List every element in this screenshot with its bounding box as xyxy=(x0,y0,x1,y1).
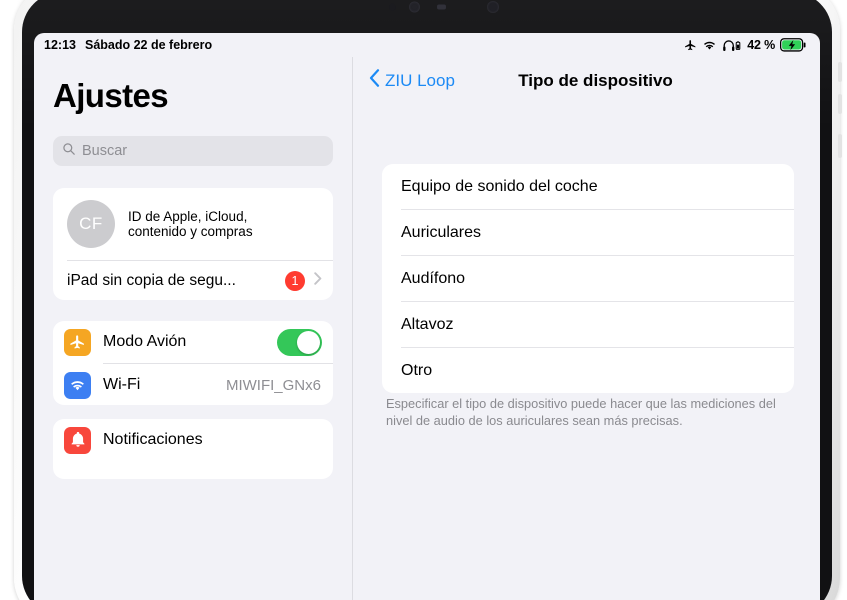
apple-id-card: CF ID de Apple, iCloud, contenido y comp… xyxy=(53,188,333,300)
wifi-icon xyxy=(64,371,91,399)
detail-navigation-bar: ZIU Loop Tipo de dispositivo xyxy=(353,57,820,109)
status-bar-right: 42 % xyxy=(684,38,806,52)
search-icon xyxy=(62,142,76,161)
sidebar-item-wifi[interactable]: Wi-Fi MIWIFI_GNx6 xyxy=(53,364,333,405)
face-id-dot-projector-icon xyxy=(437,4,446,10)
avatar: CF xyxy=(67,200,115,248)
search-placeholder: Buscar xyxy=(82,143,128,159)
list-item-headphones[interactable]: Auriculares xyxy=(382,210,794,255)
notifications-card: Notificaciones xyxy=(53,419,333,479)
split-view: Ajustes Buscar CF ID de Apple, iCloud, c… xyxy=(34,57,820,600)
search-input[interactable]: Buscar xyxy=(53,136,333,166)
airplane-icon xyxy=(64,328,91,356)
apple-id-row[interactable]: CF ID de Apple, iCloud, contenido y comp… xyxy=(53,188,333,260)
sidebar-item-notifications[interactable]: Notificaciones xyxy=(53,419,333,461)
tablet-screen: 12:13 Sábado 22 de febrero 42 % Ajustes … xyxy=(34,33,820,600)
detail-pane: ZIU Loop Tipo de dispositivo Equipo de s… xyxy=(353,57,820,600)
ambient-light-sensor-icon xyxy=(389,3,396,11)
status-bar-left: 12:13 Sábado 22 de febrero xyxy=(44,38,212,52)
sidebar-item-label: Notificaciones xyxy=(103,431,203,448)
battery-charging-icon xyxy=(780,38,806,52)
wifi-icon xyxy=(702,39,717,51)
device-type-footnote: Especificar el tipo de dispositivo puede… xyxy=(386,396,776,428)
device-side-button-3[interactable] xyxy=(838,134,842,158)
wifi-network-value: MIWIFI_GNx6 xyxy=(225,376,321,394)
device-type-options-list: Equipo de sonido del coche Auriculares A… xyxy=(382,164,794,393)
backup-warning-label: iPad sin copia de segu... xyxy=(67,271,236,289)
headphones-battery-icon xyxy=(722,39,742,52)
apple-id-label-line1: ID de Apple, iCloud, xyxy=(128,208,248,224)
settings-sidebar: Ajustes Buscar CF ID de Apple, iCloud, c… xyxy=(34,57,352,600)
connectivity-card: Modo Avión Wi-Fi MIWIFI_GNx6 xyxy=(53,321,333,405)
battery-percent-label: 42 % xyxy=(747,38,775,52)
status-bar-date: Sábado 22 de febrero xyxy=(84,38,213,52)
chevron-right-icon xyxy=(314,272,322,289)
apple-id-label: ID de Apple, iCloud, contenido y compras xyxy=(128,209,253,240)
list-item-speaker[interactable]: Altavoz xyxy=(382,302,794,347)
page-title: Ajustes xyxy=(53,77,169,114)
front-camera-icon xyxy=(409,1,420,13)
list-item-other[interactable]: Otro xyxy=(382,348,794,393)
status-badge: 1 xyxy=(285,270,305,291)
apple-id-label-line2: contenido y compras xyxy=(128,224,253,239)
infrared-camera-icon xyxy=(487,1,499,13)
airplane-mode-toggle[interactable] xyxy=(277,328,322,356)
notifications-icon xyxy=(64,426,91,454)
sidebar-item-label: Modo Avión xyxy=(103,333,187,350)
detail-title: Tipo de dispositivo xyxy=(518,71,673,90)
backup-warning-row[interactable]: iPad sin copia de segu... 1 xyxy=(53,261,333,300)
device-side-button-1[interactable] xyxy=(838,62,842,82)
sidebar-item-airplane-mode[interactable]: Modo Avión xyxy=(53,321,333,363)
list-item-hearing-aid[interactable]: Audífono xyxy=(382,256,794,301)
status-bar-time: 12:13 xyxy=(44,38,76,52)
front-camera-sensor-cluster xyxy=(387,0,567,15)
toggle-knob xyxy=(297,330,320,354)
list-item-car-stereo[interactable]: Equipo de sonido del coche xyxy=(382,164,794,209)
screenshot-root: 12:13 Sábado 22 de febrero 42 % Ajustes … xyxy=(0,0,847,600)
status-bar: 12:13 Sábado 22 de febrero 42 % xyxy=(34,33,820,57)
device-side-button-2[interactable] xyxy=(838,94,842,114)
sidebar-item-label: Wi-Fi xyxy=(103,376,141,393)
airplane-icon xyxy=(684,39,697,52)
